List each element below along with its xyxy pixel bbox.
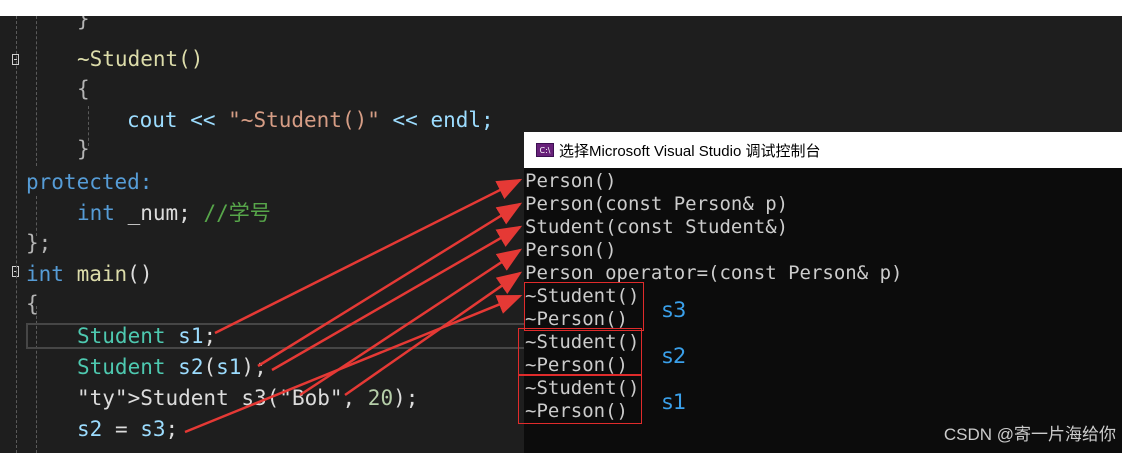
console-titlebar[interactable]: C:\ 选择Microsoft Visual Studio 调试控制台 bbox=[524, 132, 1122, 168]
console-app-icon: C:\ bbox=[536, 143, 554, 157]
code-line: } bbox=[77, 137, 90, 161]
code-line: Student s1; bbox=[77, 324, 217, 348]
indent-guide bbox=[16, 16, 17, 453]
code-line: Student s2(s1); bbox=[77, 355, 267, 379]
console-output-line: Student(const Student&) bbox=[525, 216, 789, 238]
s3-destructor-box bbox=[524, 282, 644, 331]
code-line: ~Student() bbox=[77, 47, 204, 71]
console-output-line: Person(const Person& p) bbox=[525, 193, 789, 215]
s1-destructor-box bbox=[518, 374, 642, 424]
code-line: int main() bbox=[26, 262, 153, 286]
console-output-line: Person() bbox=[525, 239, 617, 261]
code-line: protected: bbox=[26, 170, 153, 194]
console-title: 选择Microsoft Visual Studio 调试控制台 bbox=[559, 142, 821, 160]
indent-guide bbox=[36, 16, 37, 166]
code-line: s2 = s3; bbox=[77, 417, 179, 441]
label-s1: s1 bbox=[662, 390, 687, 414]
label-s2: s2 bbox=[662, 344, 687, 368]
label-s3: s3 bbox=[662, 298, 687, 322]
console-output-line: Person() bbox=[525, 170, 617, 192]
debug-console-window[interactable]: C:\ 选择Microsoft Visual Studio 调试控制台 Pers… bbox=[518, 132, 1122, 453]
code-line: { bbox=[77, 77, 90, 101]
code-line: cout << "~Student()" << endl; bbox=[127, 108, 494, 132]
s2-destructor-box bbox=[518, 328, 642, 376]
code-line: { bbox=[26, 292, 39, 316]
code-line: } bbox=[77, 16, 90, 31]
watermark: CSDN @寄一片海给你 bbox=[943, 425, 1116, 444]
code-line: int _num; //学号 bbox=[77, 201, 271, 225]
code-line: }; bbox=[26, 231, 52, 255]
code-line: "ty">Student s3("Bob", 20); bbox=[77, 386, 419, 410]
